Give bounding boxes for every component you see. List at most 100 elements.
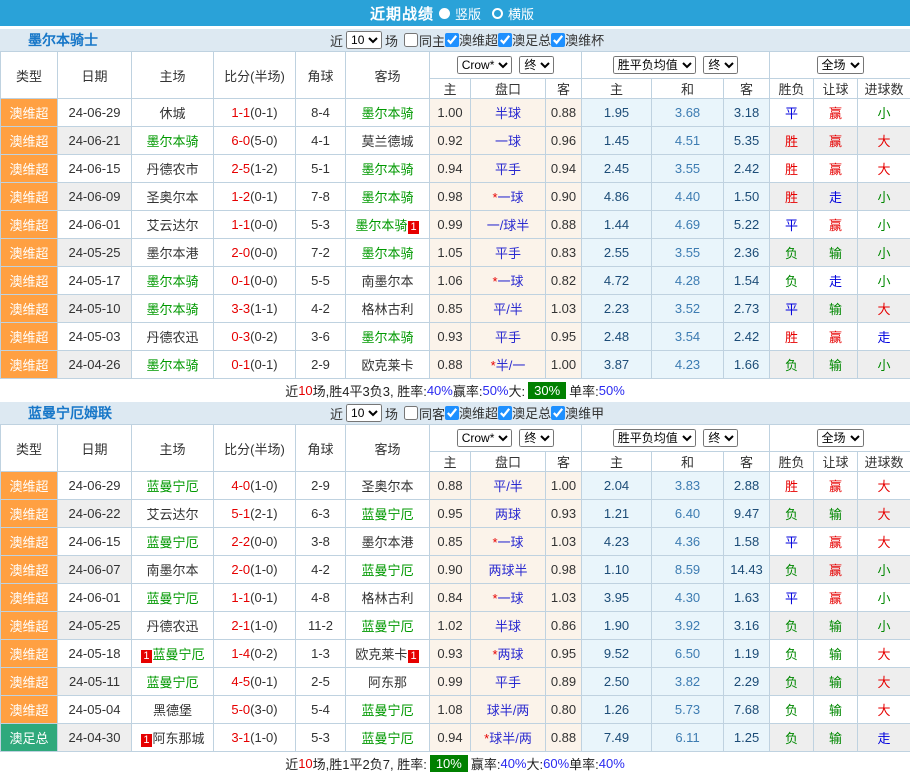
match-date: 24-04-30 [58, 724, 132, 752]
match-date: 24-06-29 [58, 472, 132, 500]
league-type-badge: 澳维超 [1, 556, 58, 584]
away-team-name: 蓝曼宁厄 [361, 563, 413, 578]
col-date: 日期 [58, 52, 132, 99]
same-venue-label: 同主 [419, 31, 445, 50]
team-name: 墨尔本骑士 [28, 30, 98, 50]
goals-result-cell: 大 [858, 668, 910, 696]
match-date: 24-06-15 [58, 528, 132, 556]
league-type-badge: 澳维超 [1, 696, 58, 724]
avg-home-odds: 1.90 [582, 612, 652, 640]
match-row: 澳维超24-06-29休城1-1(0-1)8-4墨尔本骑1.00半球0.881.… [1, 99, 910, 127]
match-date: 24-04-26 [58, 351, 132, 379]
match-date: 24-06-09 [58, 183, 132, 211]
avg-home-odds: 2.55 [582, 239, 652, 267]
summary-segment: 大: [527, 754, 544, 773]
avg-draw-odds: 4.30 [652, 584, 724, 612]
games-count-select[interactable]: 10 [346, 31, 382, 49]
match-row: 澳维超24-06-01艾云达尔1-1(0-0)5-3墨尔本骑10.99一/球半0… [1, 211, 910, 239]
summary-segment: 赢率: [453, 381, 483, 400]
home-team-name: 黑德堡 [153, 703, 192, 718]
handicap-value: 平手 [495, 675, 521, 690]
layout-option-horizontal[interactable]: 横版 [508, 4, 534, 23]
goals-result-cell: 走 [858, 323, 910, 351]
away-odds: 0.95 [546, 640, 582, 668]
layout-radio-vertical-icon[interactable] [439, 8, 450, 19]
league-checkbox[interactable] [551, 406, 565, 420]
team-section-home: 墨尔本骑士 近 10 场 同主 澳维超澳足总澳维杯 类型 日期 主场 比分(半场… [0, 29, 910, 402]
avg-away-odds: 2.29 [724, 668, 770, 696]
avg-home-odds: 1.44 [582, 211, 652, 239]
layout-option-vertical[interactable]: 竖版 [455, 4, 481, 23]
handicap-cell: 一/球半 [471, 211, 546, 239]
handicap-value: 平手 [495, 246, 521, 261]
handicap-result-cell: 输 [814, 724, 858, 752]
match-date: 24-05-04 [58, 696, 132, 724]
col-home: 主场 [132, 52, 214, 99]
odds-company-select[interactable]: Crow* [457, 429, 512, 447]
home-odds: 0.93 [430, 323, 471, 351]
avg-away-odds: 2.36 [724, 239, 770, 267]
team-section-away: 蓝曼宁厄姆联 近 10 场 同客 澳维超澳足总澳维甲 类型 日期 主场 比分(半… [0, 402, 910, 775]
odds-group-header: Crow* 终 [430, 425, 582, 452]
home-team-cell: 墨尔本骑 [132, 127, 214, 155]
avg-time-select[interactable]: 终 [703, 56, 738, 74]
home-team-cell: 丹德农市 [132, 155, 214, 183]
same-venue-checkbox[interactable] [404, 33, 418, 47]
avg-draw-odds: 3.83 [652, 472, 724, 500]
games-count-select[interactable]: 10 [346, 404, 382, 422]
away-team-name: 墨尔本骑 [355, 218, 407, 233]
corner-count: 5-5 [296, 267, 346, 295]
home-odds: 0.85 [430, 295, 471, 323]
home-odds: 0.95 [430, 500, 471, 528]
league-checkbox[interactable] [498, 406, 512, 420]
league-type-badge: 澳维超 [1, 500, 58, 528]
handicap-value: 半/一 [496, 358, 526, 373]
layout-radio-horizontal-icon[interactable] [492, 8, 503, 19]
handicap-cell: *两球 [471, 640, 546, 668]
odds-company-select[interactable]: Crow* [457, 56, 512, 74]
avg-home-odds: 3.95 [582, 584, 652, 612]
scope-select[interactable]: 全场 [817, 429, 864, 447]
league-checkbox[interactable] [551, 33, 565, 47]
full-time-score: 5-1 [231, 506, 250, 521]
summary-segment: 场,胜1平2负7, 胜率: [313, 754, 427, 773]
home-odds: 0.85 [430, 528, 471, 556]
league-checkbox[interactable] [498, 33, 512, 47]
home-team-name: 蓝曼宁厄 [146, 479, 198, 494]
match-row: 澳维超24-06-01蓝曼宁厄1-1(0-1)4-8格林古利0.84*一球1.0… [1, 584, 910, 612]
scope-select[interactable]: 全场 [817, 56, 864, 74]
league-checkbox[interactable] [445, 406, 459, 420]
score-cell: 0-3(0-2) [214, 323, 296, 351]
full-time-score: 2-2 [231, 534, 250, 549]
avg-draw-odds: 3.54 [652, 323, 724, 351]
sub-avg-home: 主 [582, 79, 652, 99]
away-odds: 0.82 [546, 267, 582, 295]
same-venue-checkbox[interactable] [404, 406, 418, 420]
result-cell: 负 [770, 556, 814, 584]
away-team-cell: 墨尔本骑 [346, 183, 430, 211]
odds-time-select[interactable]: 终 [519, 56, 554, 74]
result-cell: 胜 [770, 127, 814, 155]
games-label: 场 [385, 404, 398, 423]
result-cell: 负 [770, 668, 814, 696]
away-team-cell: 圣奥尔本 [346, 472, 430, 500]
score-cell: 3-3(1-1) [214, 295, 296, 323]
league-type-badge: 澳维超 [1, 295, 58, 323]
league-checkbox[interactable] [445, 33, 459, 47]
summary-segment: 赢率: [471, 754, 501, 773]
result-cell: 负 [770, 612, 814, 640]
home-team-name: 蓝曼宁厄 [146, 591, 198, 606]
col-score: 比分(半场) [214, 52, 296, 99]
away-odds: 0.89 [546, 668, 582, 696]
full-time-score: 0-3 [231, 329, 250, 344]
avg-type-select[interactable]: 胜平负均值 [613, 429, 696, 447]
avg-type-select[interactable]: 胜平负均值 [613, 56, 696, 74]
avg-away-odds: 1.54 [724, 267, 770, 295]
match-date: 24-06-22 [58, 500, 132, 528]
half-time-score: (5-0) [250, 133, 277, 148]
avg-time-select[interactable]: 终 [703, 429, 738, 447]
away-team-cell: 欧克莱卡1 [346, 640, 430, 668]
handicap-cell: *球半/两 [471, 724, 546, 752]
odds-time-select[interactable]: 终 [519, 429, 554, 447]
goals-result-cell: 大 [858, 500, 910, 528]
